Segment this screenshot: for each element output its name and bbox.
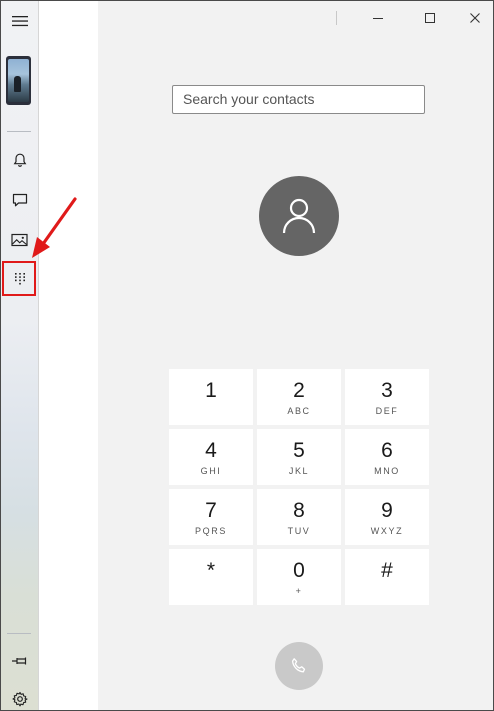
dial-key-digit: 1	[205, 379, 217, 402]
annotation-arrow-icon	[32, 197, 77, 258]
close-button[interactable]	[455, 6, 493, 30]
dial-key-letters: DEF	[375, 406, 399, 416]
dial-key-letters: GHI	[200, 466, 222, 476]
dial-key-4[interactable]: 4 GHI	[169, 429, 253, 485]
dial-key-2[interactable]: 2 ABC	[257, 369, 341, 425]
maximize-icon	[425, 13, 435, 23]
dial-key-digit: 8	[293, 499, 305, 522]
dial-key-digit: 2	[293, 379, 305, 402]
dial-key-9[interactable]: 9 WXYZ	[345, 489, 429, 545]
dial-key-digit: #	[381, 559, 393, 582]
close-icon	[470, 13, 480, 23]
phone-handset-icon	[291, 658, 306, 673]
dial-key-digit: 3	[381, 379, 393, 402]
dial-key-digit: 4	[205, 439, 217, 462]
dial-key-digit: 9	[381, 499, 393, 522]
dial-key-star[interactable]: *	[169, 549, 253, 605]
dial-key-letters: TUV	[287, 526, 311, 536]
dial-key-3[interactable]: 3 DEF	[345, 369, 429, 425]
dial-key-digit: 0	[293, 559, 305, 582]
gear-icon	[11, 691, 28, 707]
search-contacts-input[interactable]: Search your contacts	[172, 85, 425, 114]
minimize-icon	[373, 18, 383, 19]
dial-key-letters: JKL	[288, 466, 310, 476]
contact-avatar	[259, 176, 339, 256]
dial-key-7[interactable]: 7 PQRS	[169, 489, 253, 545]
dial-key-letters: MNO	[374, 466, 400, 476]
person-icon	[282, 198, 316, 234]
dial-key-1[interactable]: 1	[169, 369, 253, 425]
dial-key-letters: ABC	[287, 406, 311, 416]
dial-key-letters: WXYZ	[370, 526, 404, 536]
dial-key-digit: 5	[293, 439, 305, 462]
dial-key-digit: *	[206, 559, 216, 582]
dial-key-letters: PQRS	[195, 526, 227, 536]
dial-key-letters: +	[295, 586, 303, 596]
minimize-button[interactable]	[358, 6, 398, 30]
dial-key-0[interactable]: 0 +	[257, 549, 341, 605]
settings-button[interactable]	[4, 684, 35, 710]
titlebar-separator	[336, 11, 337, 25]
pin-button[interactable]	[4, 646, 35, 676]
phone-link-window: Search your contacts 1 2 ABC 3 DEF 4 GHI 5 J…	[0, 0, 494, 711]
call-button[interactable]	[275, 642, 323, 690]
dial-key-8[interactable]: 8 TUV	[257, 489, 341, 545]
pin-icon	[11, 657, 26, 665]
dial-key-digit: 7	[205, 499, 217, 522]
sidebar-divider-bottom	[7, 633, 31, 634]
maximize-button[interactable]	[410, 6, 450, 30]
dial-key-5[interactable]: 5 JKL	[257, 429, 341, 485]
dial-key-hash[interactable]: #	[345, 549, 429, 605]
dial-key-6[interactable]: 6 MNO	[345, 429, 429, 485]
dial-key-digit: 6	[381, 439, 393, 462]
